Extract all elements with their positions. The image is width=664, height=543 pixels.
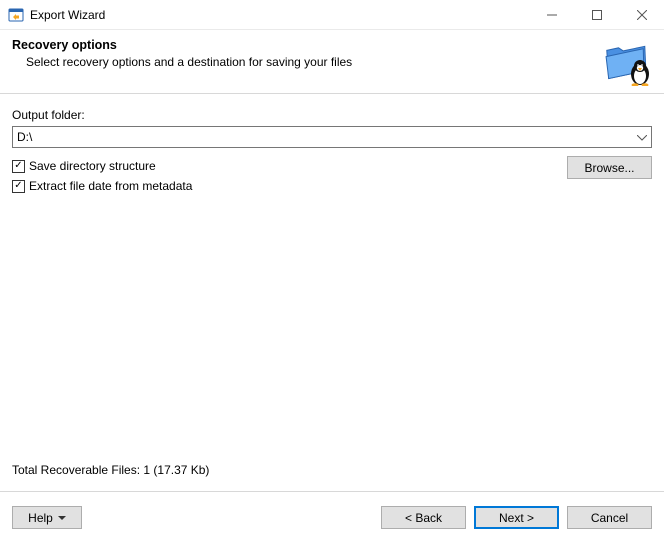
output-folder-combo[interactable]: D:\ [12, 126, 652, 148]
cancel-button[interactable]: Cancel [567, 506, 652, 529]
chevron-down-icon [637, 130, 647, 144]
page-subheading: Select recovery options and a destinatio… [26, 55, 652, 69]
browse-button[interactable]: Browse... [567, 156, 652, 179]
close-button[interactable] [619, 0, 664, 29]
extract-file-date-label: Extract file date from metadata [29, 179, 192, 193]
output-folder-value: D:\ [17, 130, 32, 144]
titlebar: Export Wizard [0, 0, 664, 30]
checkbox-icon: ✓ [12, 180, 25, 193]
output-folder-label: Output folder: [12, 108, 652, 122]
wizard-footer: Help < Back Next > Cancel [0, 491, 664, 543]
checkbox-icon: ✓ [12, 160, 25, 173]
maximize-button[interactable] [574, 0, 619, 29]
wizard-body: Output folder: D:\ ✓ Save directory stru… [0, 94, 664, 491]
recoverable-files-stats: Total Recoverable Files: 1 (17.37 Kb) [12, 463, 652, 477]
save-directory-structure-label: Save directory structure [29, 159, 156, 173]
wizard-icon [602, 34, 654, 86]
chevron-down-icon [58, 516, 66, 520]
wizard-header: Recovery options Select recovery options… [0, 30, 664, 94]
extract-file-date-checkbox[interactable]: ✓ Extract file date from metadata [12, 176, 567, 196]
window-title: Export Wizard [30, 8, 529, 22]
save-directory-structure-checkbox[interactable]: ✓ Save directory structure [12, 156, 567, 176]
minimize-button[interactable] [529, 0, 574, 29]
page-heading: Recovery options [12, 38, 652, 52]
back-button[interactable]: < Back [381, 506, 466, 529]
window-controls [529, 0, 664, 29]
next-button[interactable]: Next > [474, 506, 559, 529]
help-button[interactable]: Help [12, 506, 82, 529]
app-icon [8, 7, 24, 23]
